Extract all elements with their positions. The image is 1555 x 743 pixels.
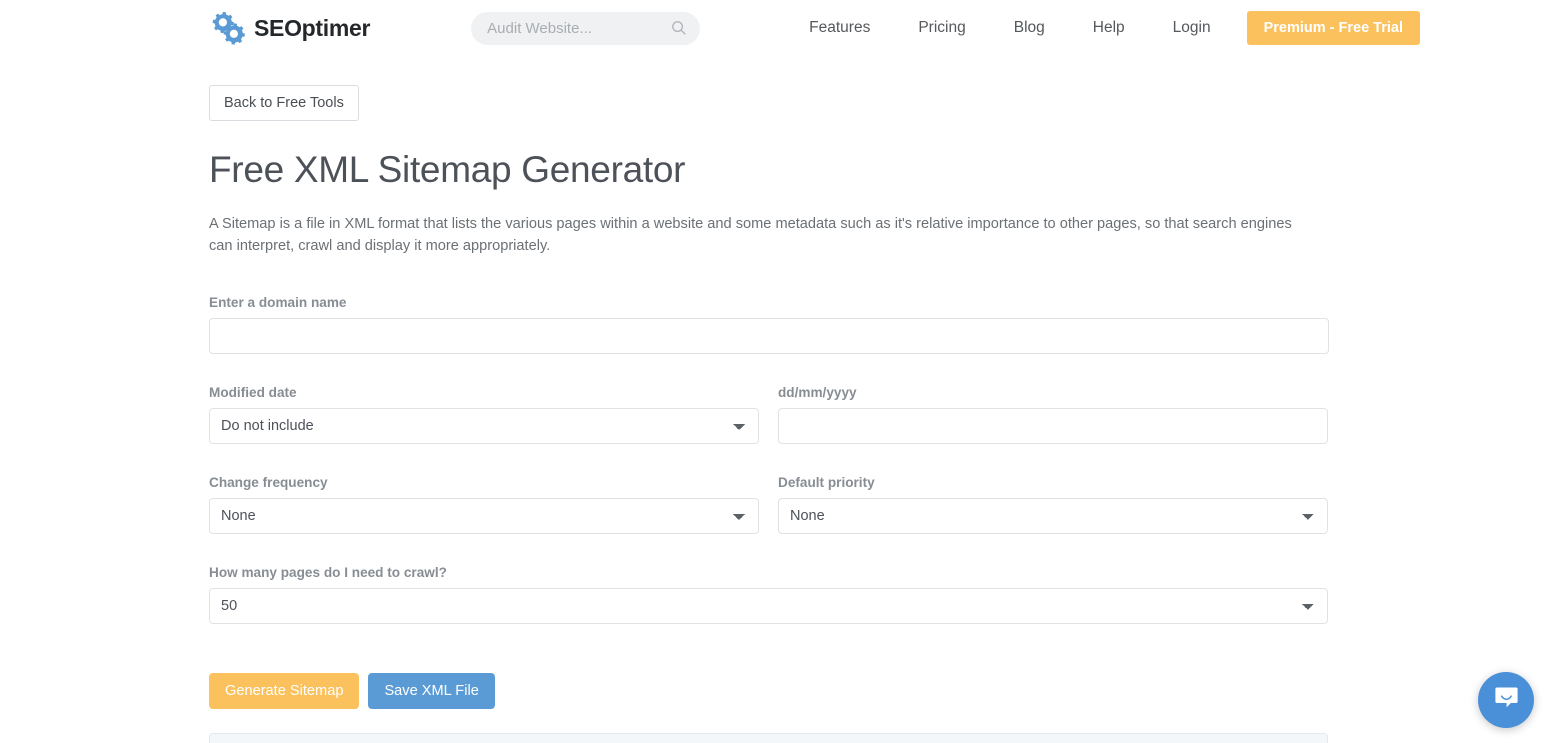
default-priority-label: Default priority bbox=[778, 475, 875, 490]
page-title: Free XML Sitemap Generator bbox=[209, 149, 686, 190]
nav-item-login[interactable]: Login bbox=[1149, 19, 1235, 37]
modified-date-group: Modified date Do not include bbox=[209, 385, 759, 444]
default-priority-select[interactable]: None bbox=[778, 498, 1328, 534]
main-content: Back to Free Tools Free XML Sitemap Gene… bbox=[209, 56, 1329, 743]
logo-text: SEOptimer bbox=[254, 14, 371, 41]
domain-label: Enter a domain name bbox=[209, 295, 347, 310]
chat-bubble-icon bbox=[1493, 684, 1520, 716]
date-input-group: dd/mm/yyyy bbox=[778, 385, 1328, 444]
chat-launcher-button[interactable] bbox=[1478, 672, 1534, 728]
page-description: A Sitemap is a file in XML format that l… bbox=[209, 216, 1292, 254]
generate-sitemap-button[interactable]: Generate Sitemap bbox=[209, 673, 360, 709]
modified-date-row: Modified date Do not include dd/mm/yyyy bbox=[209, 385, 1329, 444]
date-input[interactable] bbox=[778, 408, 1328, 444]
change-frequency-group: Change frequency None bbox=[209, 475, 759, 534]
domain-input[interactable] bbox=[209, 318, 1329, 354]
date-format-label: dd/mm/yyyy bbox=[778, 385, 857, 400]
modified-date-label: Modified date bbox=[209, 385, 297, 400]
pages-to-crawl-select[interactable]: 50 bbox=[209, 588, 1328, 624]
change-frequency-label: Change frequency bbox=[209, 475, 328, 490]
audit-search-box[interactable] bbox=[471, 11, 701, 45]
change-frequency-select[interactable]: None bbox=[209, 498, 759, 534]
search-icon[interactable] bbox=[671, 20, 687, 41]
domain-field-group: Enter a domain name bbox=[209, 295, 1329, 354]
nav-item-features[interactable]: Features bbox=[785, 19, 894, 37]
nav-item-pricing[interactable]: Pricing bbox=[894, 19, 989, 37]
logo[interactable]: SEOptimer bbox=[209, 11, 370, 45]
pages-to-crawl-group: How many pages do I need to crawl? 50 bbox=[209, 565, 1328, 624]
pages-to-crawl-label: How many pages do I need to crawl? bbox=[209, 565, 447, 580]
frequency-priority-row: Change frequency None Default priority N… bbox=[209, 475, 1329, 534]
action-buttons: Generate Sitemap Save XML File bbox=[209, 673, 1329, 709]
nav-item-blog[interactable]: Blog bbox=[990, 19, 1069, 37]
site-header: SEOptimer Features Pricing Blog Help Log… bbox=[0, 0, 1555, 56]
main-navigation: Features Pricing Blog Help Login Premium… bbox=[785, 11, 1421, 45]
modified-date-select[interactable]: Do not include bbox=[209, 408, 759, 444]
save-xml-file-button[interactable]: Save XML File bbox=[368, 673, 495, 709]
pages-to-crawl-row: How many pages do I need to crawl? 50 bbox=[209, 565, 1329, 624]
nav-item-help[interactable]: Help bbox=[1069, 19, 1149, 37]
default-priority-group: Default priority None bbox=[778, 475, 1328, 534]
search-input[interactable] bbox=[485, 18, 687, 38]
sitemap-output-panel[interactable] bbox=[209, 733, 1328, 743]
premium-free-trial-button[interactable]: Premium - Free Trial bbox=[1246, 11, 1421, 45]
gears-icon bbox=[209, 11, 247, 45]
back-to-free-tools-button[interactable]: Back to Free Tools bbox=[209, 85, 359, 121]
